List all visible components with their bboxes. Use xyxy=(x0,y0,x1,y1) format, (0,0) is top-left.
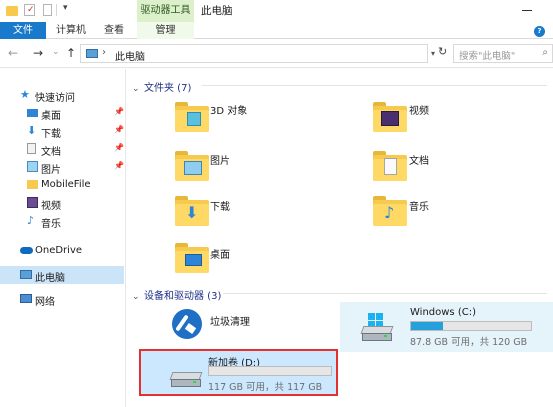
search-icon[interactable]: ⌕ xyxy=(542,47,548,58)
download-folder-icon[interactable]: ⬇ xyxy=(175,196,209,226)
chevron-down-icon[interactable]: ⌄ xyxy=(132,292,144,302)
tab-view[interactable]: 查看 xyxy=(104,22,124,39)
pictures-folder-icon[interactable] xyxy=(175,151,209,181)
recent-locations-button[interactable]: ⌄ xyxy=(52,45,60,59)
pin-icon[interactable]: 📌 xyxy=(114,161,124,170)
cloud-icon xyxy=(20,247,33,254)
navigation-bar: ← → ⌄ ↑ › 此电脑 ▾ ↻ 搜索"此电脑" ⌕ xyxy=(0,40,553,68)
network-icon xyxy=(20,294,32,303)
pin-icon[interactable]: 📌 xyxy=(114,143,124,152)
desktop-icon xyxy=(27,109,38,117)
breadcrumb-chevron-icon[interactable]: › xyxy=(102,47,106,58)
search-placeholder: 搜索"此电脑" xyxy=(459,51,516,62)
sidebar-item-label: OneDrive xyxy=(35,245,83,256)
address-dropdown-icon[interactable]: ▾ xyxy=(431,49,435,58)
folder-label[interactable]: 文档 xyxy=(409,152,429,167)
help-icon[interactable]: ? xyxy=(534,26,545,37)
group-header-devices[interactable]: ⌄ 设备和驱动器 (3) xyxy=(132,287,221,302)
sidebar-item-label: 快速访问 xyxy=(35,93,75,104)
folder-label[interactable]: 音乐 xyxy=(409,198,429,213)
sidebar-item-label: 音乐 xyxy=(41,219,61,230)
sidebar-item-documents[interactable]: 文档 📌 xyxy=(0,140,124,158)
drive-tools-context-label: 驱动器工具 xyxy=(137,0,194,22)
sidebar-item-mobilefile[interactable]: MobileFile xyxy=(0,176,124,194)
folder-label[interactable]: 桌面 xyxy=(210,246,230,261)
pictures-folder-icon xyxy=(27,161,38,172)
back-button[interactable]: ← xyxy=(8,46,18,60)
folder-icon xyxy=(27,180,38,189)
folder-label[interactable]: 图片 xyxy=(210,152,230,167)
navigation-pane: ★ 快速访问 桌面 📌 ⬇ 下载 📌 文档 📌 图片 📌 MobileFile … xyxy=(0,69,124,407)
windows-drive-icon xyxy=(360,313,394,341)
minimize-button[interactable] xyxy=(522,10,532,11)
chevron-down-icon[interactable]: ⌄ xyxy=(132,84,144,94)
folder-icon[interactable] xyxy=(6,4,18,17)
window-title: 此电脑 xyxy=(201,5,233,17)
drive-c-tile[interactable]: Windows (C:) 87.8 GB 可用，共 120 GB xyxy=(340,302,553,352)
sidebar-item-label: 视频 xyxy=(41,201,61,212)
sidebar-item-label: 网络 xyxy=(35,297,55,308)
sidebar-item-label: 图片 xyxy=(41,165,61,176)
sidebar-item-this-pc[interactable]: 此电脑 xyxy=(0,266,124,284)
this-pc-icon xyxy=(20,270,32,279)
tab-computer[interactable]: 计算机 xyxy=(56,22,86,39)
sidebar-item-label: 文档 xyxy=(41,147,61,158)
sidebar-item-videos[interactable]: 视频 xyxy=(0,194,124,212)
sidebar-item-label: 此电脑 xyxy=(35,273,65,284)
ribbon-tabs: 文件 计算机 查看 管理 ? xyxy=(0,22,553,39)
broom-cleanup-icon[interactable] xyxy=(172,309,202,339)
new-folder-icon[interactable] xyxy=(42,4,54,17)
pin-icon[interactable]: 📌 xyxy=(114,125,124,134)
sidebar-item-label: 桌面 xyxy=(41,111,61,122)
quick-access-divider xyxy=(56,4,57,16)
documents-folder-icon[interactable] xyxy=(373,151,407,181)
capacity-bar xyxy=(410,321,532,331)
this-pc-icon xyxy=(86,49,98,58)
sidebar-item-label: 下载 xyxy=(41,129,61,140)
group-divider xyxy=(202,85,547,86)
videos-folder-icon xyxy=(27,197,38,208)
sidebar-item-downloads[interactable]: ⬇ 下载 📌 xyxy=(0,122,124,140)
folder-label[interactable]: 3D 对象 xyxy=(210,102,247,117)
documents-folder-icon xyxy=(27,143,36,154)
music-folder-icon: ♪ xyxy=(27,214,35,227)
folder-label[interactable]: 下载 xyxy=(210,198,230,213)
desktop-folder-icon[interactable] xyxy=(175,243,209,273)
sidebar-item-desktop[interactable]: 桌面 📌 xyxy=(0,104,124,122)
tab-file[interactable]: 文件 xyxy=(0,22,46,39)
download-folder-icon: ⬇ xyxy=(27,124,37,137)
star-icon: ★ xyxy=(20,88,30,101)
pin-icon[interactable]: 📌 xyxy=(114,107,124,116)
search-input[interactable]: 搜索"此电脑" ⌕ xyxy=(453,44,553,63)
forward-button[interactable]: → xyxy=(33,46,43,60)
pane-divider[interactable] xyxy=(125,69,126,407)
folder-label[interactable]: 视频 xyxy=(409,102,429,117)
group-header-label: 文件夹 (7) xyxy=(144,83,192,94)
group-header-label: 设备和驱动器 (3) xyxy=(144,291,222,302)
sidebar-item-onedrive[interactable]: OneDrive xyxy=(0,242,124,260)
sidebar-item-network[interactable]: 网络 xyxy=(0,290,124,308)
videos-folder-icon[interactable] xyxy=(373,102,407,132)
sidebar-item-quick-access[interactable]: ★ 快速访问 xyxy=(0,86,124,104)
3d-objects-folder-icon[interactable] xyxy=(175,102,209,132)
properties-icon[interactable]: ✓ xyxy=(24,4,36,17)
drive-free-space: 87.8 GB 可用，共 120 GB xyxy=(410,337,528,348)
breadcrumb[interactable]: 此电脑 xyxy=(115,48,145,63)
up-button[interactable]: ↑ xyxy=(66,46,76,60)
sidebar-item-music[interactable]: ♪ 音乐 xyxy=(0,212,124,230)
refresh-icon[interactable]: ↻ xyxy=(438,45,451,60)
sidebar-item-pictures[interactable]: 图片 📌 xyxy=(0,158,124,176)
tab-manage[interactable]: 管理 xyxy=(137,22,194,39)
customize-quick-access-dropdown[interactable]: ▾ xyxy=(63,3,68,13)
sidebar-item-label: MobileFile xyxy=(41,179,91,190)
drive-label: Windows (C:) xyxy=(410,307,476,318)
group-divider xyxy=(223,293,547,294)
highlight-box xyxy=(139,349,338,396)
address-bar[interactable]: › 此电脑 xyxy=(80,44,428,63)
title-bar: ✓ ▾ 驱动器工具 此电脑 xyxy=(0,0,553,22)
music-folder-icon[interactable]: ♪ xyxy=(373,196,407,226)
drive-label[interactable]: 垃圾清理 xyxy=(210,313,250,328)
group-header-folders[interactable]: ⌄ 文件夹 (7) xyxy=(132,79,191,94)
